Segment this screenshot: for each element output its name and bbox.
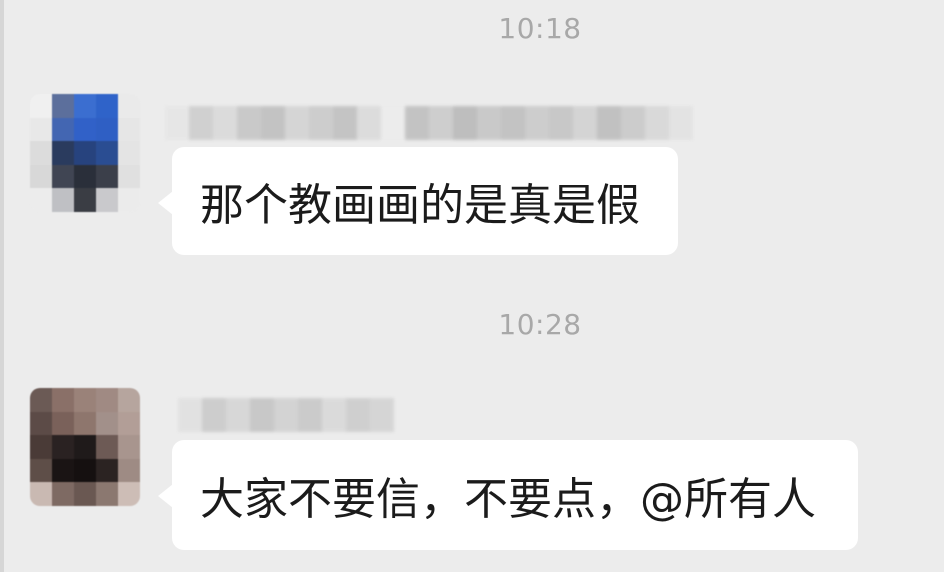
name-mosaic-cell (213, 106, 237, 140)
name-mosaic-cell (573, 106, 597, 140)
avatar-mosaic-cell (74, 388, 96, 412)
avatar-mosaic-cell (118, 482, 140, 506)
avatar-mosaic-cell (52, 188, 74, 212)
avatar-mosaic-cell (30, 117, 52, 142)
message-text: 大家不要信，不要点，@所有人 (200, 474, 816, 525)
avatar-mosaic-cell (30, 388, 52, 412)
name-mosaic-cell (453, 106, 477, 140)
name-mosaic-cell (261, 106, 285, 140)
avatar-mosaic-cell (74, 164, 96, 189)
name-mosaic-cell (165, 106, 189, 140)
avatar-mosaic-cell (118, 458, 140, 483)
avatar-mosaic-cell (96, 482, 118, 506)
avatar-mosaic-cell (52, 435, 74, 459)
avatar-mosaic-cell (118, 141, 140, 165)
avatar-mosaic-cell (30, 164, 52, 189)
name-mosaic-cell (298, 398, 322, 432)
avatar-mosaic-cell (74, 188, 96, 212)
name-mosaic-cell (370, 398, 394, 432)
name-mosaic-cell (549, 106, 573, 140)
avatar-mosaic-cell (118, 411, 140, 436)
avatar-mosaic-cell (30, 482, 52, 506)
name-mosaic-cell (357, 106, 381, 140)
name-mosaic-cell (621, 106, 645, 140)
avatar-mosaic-cell (52, 458, 74, 483)
name-mosaic-cell (226, 398, 250, 432)
avatar-mosaic-cell (30, 141, 52, 165)
avatar-mosaic-cell (52, 141, 74, 165)
message-bubble[interactable]: 那个教画画的是真是假 (158, 147, 678, 255)
sender-name-redacted (165, 106, 693, 140)
timestamp: 10:28 (498, 308, 582, 341)
name-mosaic-cell (250, 398, 274, 432)
avatar-mosaic-cell (52, 411, 74, 436)
avatar-mosaic-cell (118, 188, 140, 212)
message-bubble[interactable]: 大家不要信，不要点，@所有人 (158, 440, 858, 550)
avatar-mosaic-cell (96, 117, 118, 142)
avatar-mosaic-cell (52, 164, 74, 189)
name-mosaic-cell (405, 106, 429, 140)
avatar-mosaic-cell (96, 94, 118, 118)
avatar-mosaic-cell (118, 94, 140, 118)
avatar-mosaic-cell (52, 388, 74, 412)
avatar-mosaic-cell (52, 94, 74, 118)
name-mosaic-cell (477, 106, 501, 140)
name-mosaic-cell (178, 398, 202, 432)
name-mosaic-cell (429, 106, 453, 140)
name-mosaic-cell (237, 106, 261, 140)
sender-name-redacted (178, 398, 394, 432)
avatar-mosaic-cell (118, 435, 140, 459)
avatar-mosaic-cell (96, 435, 118, 459)
avatar-mosaic-cell (30, 188, 52, 212)
avatar-mosaic-cell (96, 388, 118, 412)
avatar[interactable] (30, 94, 140, 212)
avatar-mosaic-cell (74, 458, 96, 483)
avatar-mosaic-cell (96, 164, 118, 189)
avatar-mosaic-cell (74, 94, 96, 118)
name-mosaic-cell (274, 398, 298, 432)
avatar-mosaic-cell (30, 435, 52, 459)
avatar-mosaic-cell (74, 411, 96, 436)
name-mosaic-cell (525, 106, 549, 140)
avatar-mosaic-cell (96, 188, 118, 212)
timestamp: 10:18 (498, 12, 582, 45)
avatar-mosaic-cell (52, 482, 74, 506)
avatar-mosaic-cell (118, 117, 140, 142)
avatar[interactable] (30, 388, 140, 506)
avatar-mosaic-cell (30, 94, 52, 118)
name-mosaic-cell (285, 106, 309, 140)
avatar-mosaic-cell (74, 117, 96, 142)
name-mosaic-cell (202, 398, 226, 432)
name-mosaic-cell (645, 106, 669, 140)
name-mosaic-cell (189, 106, 213, 140)
window-left-border (0, 0, 4, 572)
avatar-mosaic-cell (30, 458, 52, 483)
message-text: 那个教画画的是真是假 (200, 180, 640, 231)
avatar-mosaic-cell (52, 117, 74, 142)
name-mosaic-cell (381, 106, 405, 140)
name-mosaic-cell (597, 106, 621, 140)
name-mosaic-cell (309, 106, 333, 140)
avatar-mosaic-cell (74, 435, 96, 459)
name-mosaic-cell (346, 398, 370, 432)
avatar-mosaic-cell (74, 141, 96, 165)
name-mosaic-cell (669, 106, 693, 140)
avatar-mosaic-cell (30, 411, 52, 436)
avatar-mosaic-cell (118, 164, 140, 189)
name-mosaic-cell (333, 106, 357, 140)
avatar-mosaic-cell (74, 482, 96, 506)
avatar-mosaic-cell (96, 458, 118, 483)
name-mosaic-cell (322, 398, 346, 432)
name-mosaic-cell (501, 106, 525, 140)
avatar-mosaic-cell (96, 411, 118, 436)
avatar-mosaic-cell (96, 141, 118, 165)
avatar-mosaic-cell (118, 388, 140, 412)
